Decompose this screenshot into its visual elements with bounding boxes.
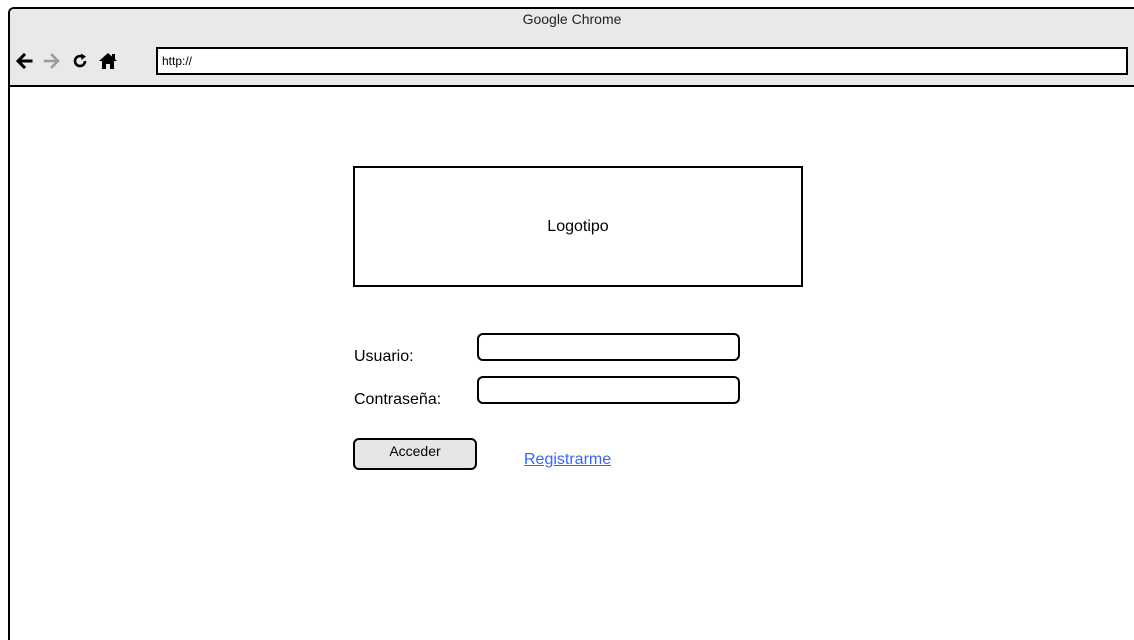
back-button[interactable] xyxy=(12,49,36,73)
register-link[interactable]: Registrarme xyxy=(524,451,611,469)
reload-button[interactable] xyxy=(68,49,92,73)
username-label: Usuario: xyxy=(354,348,414,365)
reload-icon xyxy=(73,53,87,68)
login-button[interactable]: Acceder xyxy=(353,438,477,470)
url-input[interactable] xyxy=(158,49,1126,73)
page-content: Logotipo Usuario: Contraseña: Acceder Re… xyxy=(10,87,1134,640)
browser-window: Google Chrome http:// Logotipo Usuario: … xyxy=(8,7,1134,640)
forward-button[interactable] xyxy=(40,49,64,73)
logo-placeholder: Logotipo xyxy=(353,166,803,287)
password-label: Contraseña: xyxy=(354,391,442,408)
window-title: Google Chrome xyxy=(522,11,622,27)
username-input[interactable] xyxy=(477,333,740,361)
back-arrow-icon xyxy=(15,53,33,69)
password-input[interactable] xyxy=(477,376,740,404)
home-icon xyxy=(99,53,117,69)
logo-text: Logotipo xyxy=(547,217,609,235)
browser-toolbar: Google Chrome xyxy=(10,9,1134,87)
address-bar[interactable] xyxy=(156,47,1128,75)
forward-arrow-icon xyxy=(43,53,60,69)
home-button[interactable] xyxy=(96,49,120,73)
